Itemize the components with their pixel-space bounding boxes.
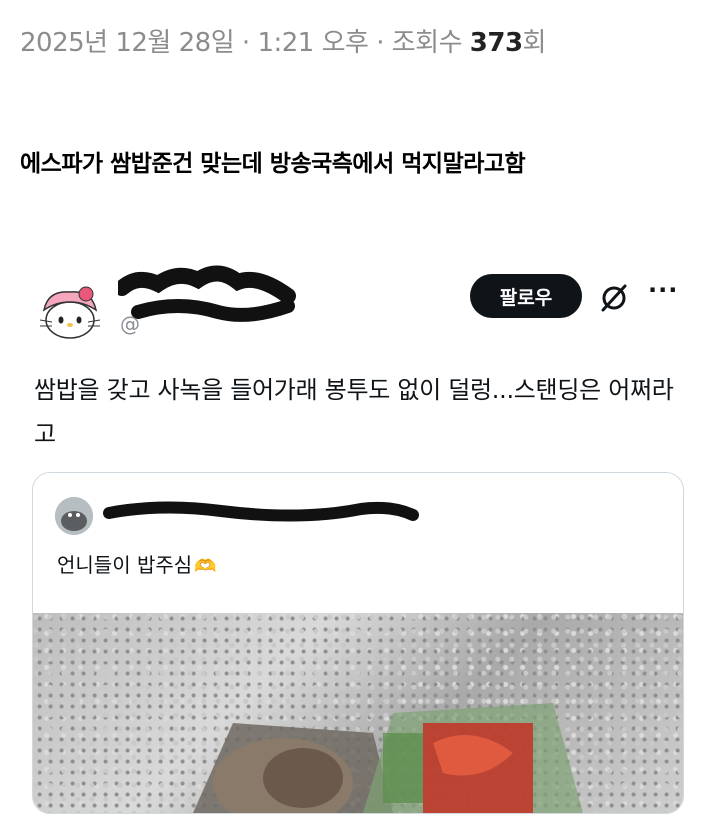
handle-prefix: @	[120, 312, 140, 336]
heart-hands-emoji: 🫶	[194, 556, 217, 577]
post-date: 2025년 12월 28일	[20, 28, 235, 58]
more-options-icon[interactable]: ···	[648, 276, 678, 304]
post-time: 1:21 오후	[257, 28, 369, 58]
views-suffix: 회	[522, 28, 547, 58]
redacted-name-scribble	[118, 265, 296, 322]
embedded-tweet: @ 팔로우 ··· 쌈밥을 갖고 사녹을 들어가래 봉투도 없이 덜렁...스탠…	[0, 250, 714, 814]
meta-separator: ·	[241, 28, 250, 58]
follow-button[interactable]: 팔로우	[470, 274, 582, 318]
quoted-text: 언니들이 밥주심	[57, 553, 193, 577]
views-label: 조회수	[391, 28, 463, 58]
quoted-tweet-text: 언니들이 밥주심 🫶	[57, 549, 217, 578]
post-title: 에스파가 쌈밥준건 맞는데 방송국측에서 먹지말라고함	[20, 151, 526, 177]
hello-kitty-avatar[interactable]	[34, 280, 106, 344]
grok-icon[interactable]	[598, 282, 630, 314]
post-meta: 2025년 12월 28일 · 1:21 오후 · 조회수 373회	[20, 22, 546, 59]
lunch-box-photo	[193, 703, 583, 813]
meta-separator: ·	[376, 28, 384, 58]
tweet-text: 쌈밥을 갖고 사녹을 들어가래 봉투도 없이 덜렁...스탠딩은 어쩌라고	[34, 376, 674, 448]
quoted-avatar-image	[55, 497, 93, 535]
views-count: 373	[469, 28, 523, 58]
quoted-photo[interactable]	[33, 613, 683, 813]
quoted-avatar[interactable]	[55, 497, 93, 535]
quoted-tweet[interactable]: 언니들이 밥주심 🫶	[32, 472, 684, 814]
redacted-quoted-name-scribble	[103, 501, 419, 522]
